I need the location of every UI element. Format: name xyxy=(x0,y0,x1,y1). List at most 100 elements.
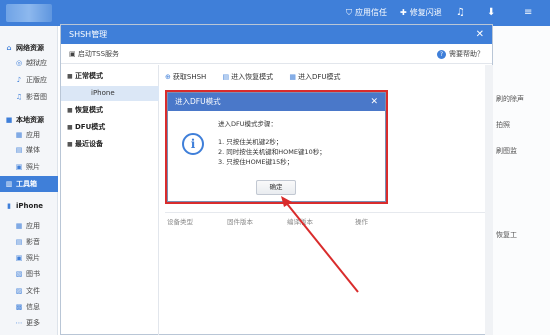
sidebar-item-icon: ▩ xyxy=(15,303,23,311)
shield-icon: ⛉ xyxy=(346,8,352,17)
wrench-icon: ✚ xyxy=(400,8,407,17)
get-shsh-button[interactable]: ⊕ 获取SHSH xyxy=(165,73,206,81)
menu-icon[interactable]: ≡ xyxy=(524,6,532,20)
shsh-action-tabs: ⊕ 获取SHSH ▤ 进入恢复模式 ▦ 进入DFU模式 xyxy=(165,72,355,82)
steps-title: 进入DFU模式步骤： xyxy=(218,120,278,128)
column-header: 固件版本 xyxy=(227,218,253,226)
fix-crash-button[interactable]: ✚ 修复闪退 xyxy=(400,6,442,20)
sidebar-item[interactable]: ▣ 照片 xyxy=(0,250,58,266)
background-text: 拍照 xyxy=(496,121,510,129)
ok-button[interactable]: 确定 xyxy=(256,180,296,195)
sidebar-item[interactable]: ⋯ 更多 xyxy=(0,315,58,331)
tree-item-dfu-mode[interactable]: ■ DFU模式 xyxy=(61,120,159,135)
sidebar-item[interactable]: ▣ 照片 xyxy=(0,159,58,175)
sidebar-item-icon: ▮ xyxy=(7,202,11,210)
tree-item-iphone[interactable]: iPhone xyxy=(61,86,159,101)
sidebar-item-icon: ▤ xyxy=(15,146,23,154)
step-item: 3. 只按住HOME键15秒； xyxy=(218,158,294,166)
sidebar-item[interactable]: ▦ 应用 xyxy=(0,218,58,234)
column-header: 操作 xyxy=(355,218,368,226)
sidebar: ⌂ 网络资源 ◎ 越狱应 ♪ 正版应 ♫ 影音图 ■ 本地资源 ▦ 应用 ▤ 媒体 ▣ 照片 ▥ 工具箱 ▮ iPho… xyxy=(0,26,58,335)
background-panel: 刷的除声 拍照 刷图监 恢复工 xyxy=(492,26,550,335)
close-icon[interactable]: ✕ xyxy=(476,25,484,44)
shsh-title: SHSH管理 xyxy=(69,30,108,39)
tree-item-recovery-mode[interactable]: ■ 恢复模式 xyxy=(61,103,159,118)
download-icon: ⊕ xyxy=(165,73,171,81)
shsh-title-bar: SHSH管理 ✕ xyxy=(61,25,492,44)
sidebar-item-icon: ⋯ xyxy=(15,319,23,327)
sidebar-item-label: 媒体 xyxy=(26,146,40,154)
enter-dfu-button[interactable]: ▦ 进入DFU模式 xyxy=(289,73,340,81)
dfu-instructions: 进入DFU模式步骤： 1. 只按住关机键2秒； 2. 同时按住关机键和HOME键… xyxy=(218,119,326,167)
device-table-header: 设备类型 固件版本 编译版本 操作 xyxy=(165,212,485,226)
info-icon: i xyxy=(182,133,204,155)
triangle-icon: ■ xyxy=(67,73,73,80)
sidebar-item[interactable]: ▥ 工具箱 xyxy=(0,176,58,192)
sidebar-item[interactable]: ⌂ 网络资源 xyxy=(0,40,58,56)
background-text: 刷的除声 xyxy=(496,95,524,103)
close-icon[interactable]: ✕ xyxy=(370,93,378,111)
sidebar-item-icon: ▥ xyxy=(5,180,13,188)
sidebar-item[interactable]: ▤ 媒体 xyxy=(0,142,58,158)
music-icon[interactable]: ♫ xyxy=(456,6,465,20)
sidebar-item-label: 正版应 xyxy=(26,76,47,84)
dfu-dialog: 进入DFU模式 ✕ i 进入DFU模式步骤： 1. 只按住关机键2秒； 2. 同… xyxy=(167,92,386,202)
sidebar-item-icon: ◎ xyxy=(15,59,23,67)
sidebar-item[interactable]: ▤ 影音 xyxy=(0,234,58,250)
sidebar-item-label: 本地资源 xyxy=(16,116,44,124)
dfu-dialog-title-bar: 进入DFU模式 ✕ xyxy=(168,93,385,111)
step-item: 2. 同时按住关机键和HOME键10秒； xyxy=(218,148,326,156)
sidebar-item[interactable]: ■ 本地资源 xyxy=(0,112,58,128)
sidebar-item-label: 应用 xyxy=(26,222,40,230)
sidebar-item[interactable]: ▮ iPhone xyxy=(0,198,58,214)
server-icon: ▣ xyxy=(69,50,76,58)
step-item: 1. 只按住关机键2秒； xyxy=(218,138,283,146)
sidebar-item-icon: ▧ xyxy=(15,270,23,278)
app-top-bar: ⛉ 应用信任 ✚ 修复闪退 ♫ ⬇ ≡ xyxy=(0,0,550,26)
sidebar-item-icon: ♫ xyxy=(15,93,23,101)
tree-item-normal-mode[interactable]: ■ 正常模式 xyxy=(61,69,159,84)
sidebar-item-label: 越狱应 xyxy=(26,59,47,67)
help-button[interactable]: ? 需要帮助？ xyxy=(437,49,484,59)
sidebar-item-label: 应用 xyxy=(26,131,40,139)
sidebar-item[interactable]: ◎ 越狱应 xyxy=(0,55,58,71)
app-trust-button[interactable]: ⛉ 应用信任 xyxy=(346,6,387,20)
background-text: 恢复工 xyxy=(496,231,517,239)
sidebar-item-icon: ▣ xyxy=(15,163,23,171)
sidebar-item-label: 照片 xyxy=(26,254,40,262)
question-icon: ? xyxy=(437,50,446,59)
sidebar-item-label: 图书 xyxy=(26,270,40,278)
column-header: 编译版本 xyxy=(287,218,313,226)
sidebar-item-label: 工具箱 xyxy=(16,180,37,188)
sidebar-item-icon: ♪ xyxy=(16,76,22,84)
enter-recovery-button[interactable]: ▤ 进入恢复模式 xyxy=(223,73,274,81)
sidebar-item[interactable]: ▩ 信息 xyxy=(0,299,58,315)
sidebar-item-label: 文件 xyxy=(26,287,40,295)
sidebar-item[interactable]: ♪ 正版应 xyxy=(0,72,58,88)
sidebar-item[interactable]: ▧ 图书 xyxy=(0,266,58,282)
triangle-icon: ■ xyxy=(67,107,73,114)
sidebar-item-icon: ▣ xyxy=(15,254,23,262)
sidebar-item-label: 影音图 xyxy=(26,93,47,101)
sidebar-item-icon: ▨ xyxy=(15,287,23,295)
sidebar-item-icon: ■ xyxy=(5,116,13,124)
sidebar-item-icon: ▤ xyxy=(15,238,23,246)
sidebar-item-label: 网络资源 xyxy=(16,44,44,52)
sidebar-item-icon: ▦ xyxy=(15,222,23,230)
tree-item-recent-devices[interactable]: ■ 最近设备 xyxy=(61,137,159,152)
sidebar-item-label: 更多 xyxy=(26,319,40,327)
sidebar-item-label: 信息 xyxy=(26,303,40,311)
scrollbar[interactable] xyxy=(485,65,493,335)
sidebar-item-label: iPhone xyxy=(16,202,44,210)
sidebar-item[interactable]: ♫ 影音图 xyxy=(0,89,58,105)
sidebar-item[interactable]: ▨ 文件 xyxy=(0,283,58,299)
start-tss-button[interactable]: ▣ 启动TSS服务 xyxy=(69,49,119,59)
sidebar-item-icon: ⌂ xyxy=(6,44,12,52)
download-icon[interactable]: ⬇ xyxy=(487,6,495,20)
column-header: 设备类型 xyxy=(167,218,193,226)
shsh-toolbar: ▣ 启动TSS服务 ? 需要帮助？ xyxy=(61,44,492,64)
triangle-icon: ■ xyxy=(67,141,73,148)
sidebar-item[interactable]: ▦ 应用 xyxy=(0,127,58,143)
dfu-dialog-title: 进入DFU模式 xyxy=(175,97,221,106)
